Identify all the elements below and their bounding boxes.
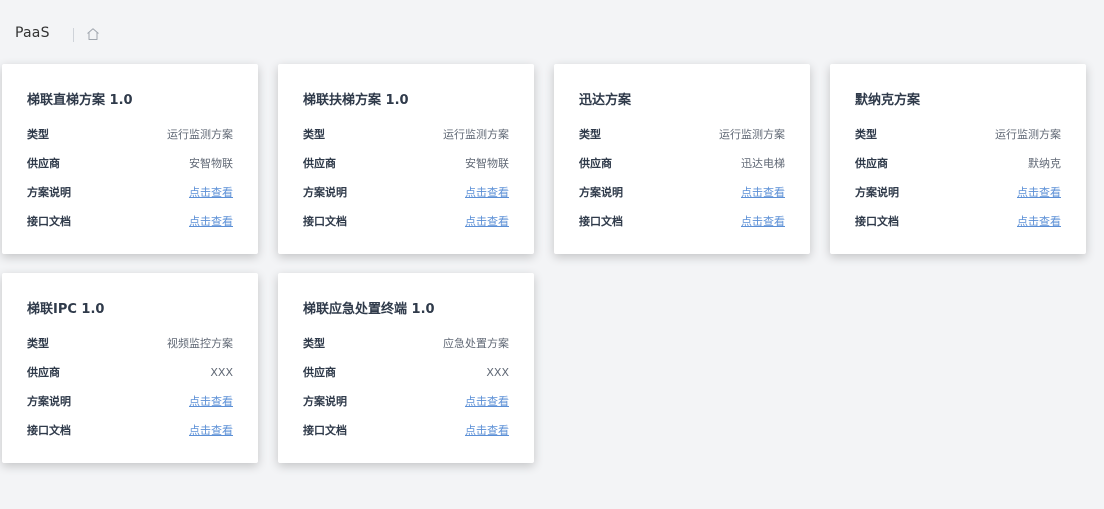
description-label: 方案说明 bbox=[303, 186, 347, 199]
api-doc-label: 接口文档 bbox=[27, 424, 71, 437]
description-label: 方案说明 bbox=[579, 186, 623, 199]
vendor-label: 供应商 bbox=[27, 157, 60, 170]
card-title: 梯联应急处置终端 1.0 bbox=[303, 302, 435, 317]
description-row: 方案说明 点击查看 bbox=[579, 183, 785, 201]
description-row: 方案说明 点击查看 bbox=[855, 183, 1061, 201]
api-doc-label: 接口文档 bbox=[303, 215, 347, 228]
description-link[interactable]: 点击查看 bbox=[1017, 184, 1061, 200]
api-doc-row: 接口文档 点击查看 bbox=[855, 212, 1061, 230]
description-row: 方案说明 点击查看 bbox=[27, 392, 233, 410]
api-doc-row: 接口文档 点击查看 bbox=[579, 212, 785, 230]
type-row: 类型 视频监控方案 bbox=[27, 334, 233, 352]
type-row: 类型 运行监测方案 bbox=[579, 125, 785, 143]
home-icon[interactable] bbox=[86, 27, 100, 41]
api-doc-link[interactable]: 点击查看 bbox=[189, 422, 233, 438]
description-label: 方案说明 bbox=[27, 186, 71, 199]
top-bar: PaaS bbox=[0, 0, 1104, 64]
card-title: 迅达方案 bbox=[579, 93, 632, 108]
solution-card: 梯联IPC 1.0 类型 视频监控方案 供应商 XXX 方案说明 点击查看 接口… bbox=[2, 273, 258, 463]
vendor-value: 默纳克 bbox=[1028, 157, 1061, 170]
api-doc-row: 接口文档 点击查看 bbox=[303, 421, 509, 439]
description-row: 方案说明 点击查看 bbox=[27, 183, 233, 201]
vendor-label: 供应商 bbox=[27, 366, 60, 379]
card-title: 梯联直梯方案 1.0 bbox=[27, 93, 133, 108]
type-value: 运行监测方案 bbox=[719, 128, 785, 141]
description-link[interactable]: 点击查看 bbox=[189, 393, 233, 409]
description-row: 方案说明 点击查看 bbox=[303, 392, 509, 410]
api-doc-link[interactable]: 点击查看 bbox=[741, 213, 785, 229]
vendor-value: XXX bbox=[210, 365, 233, 379]
card-title: 梯联扶梯方案 1.0 bbox=[303, 93, 409, 108]
api-doc-link[interactable]: 点击查看 bbox=[189, 213, 233, 229]
card-title: 默纳克方案 bbox=[855, 93, 921, 108]
description-link[interactable]: 点击查看 bbox=[465, 393, 509, 409]
card-title: 梯联IPC 1.0 bbox=[27, 302, 105, 317]
solution-card: 梯联扶梯方案 1.0 类型 运行监测方案 供应商 安智物联 方案说明 点击查看 … bbox=[278, 64, 534, 254]
api-doc-link[interactable]: 点击查看 bbox=[1017, 213, 1061, 229]
description-link[interactable]: 点击查看 bbox=[189, 184, 233, 200]
description-label: 方案说明 bbox=[303, 395, 347, 408]
api-doc-link[interactable]: 点击查看 bbox=[465, 213, 509, 229]
type-label: 类型 bbox=[855, 128, 877, 141]
vendor-row: 供应商 XXX bbox=[303, 363, 509, 381]
type-value: 运行监测方案 bbox=[167, 128, 233, 141]
type-label: 类型 bbox=[27, 337, 49, 350]
solution-card: 梯联应急处置终端 1.0 类型 应急处置方案 供应商 XXX 方案说明 点击查看… bbox=[278, 273, 534, 463]
api-doc-row: 接口文档 点击查看 bbox=[303, 212, 509, 230]
api-doc-row: 接口文档 点击查看 bbox=[27, 421, 233, 439]
type-row: 类型 运行监测方案 bbox=[855, 125, 1061, 143]
type-value: 运行监测方案 bbox=[995, 128, 1061, 141]
type-label: 类型 bbox=[579, 128, 601, 141]
type-value: 视频监控方案 bbox=[167, 337, 233, 350]
solution-card: 梯联直梯方案 1.0 类型 运行监测方案 供应商 安智物联 方案说明 点击查看 … bbox=[2, 64, 258, 254]
vendor-row: 供应商 默纳克 bbox=[855, 154, 1061, 172]
vendor-label: 供应商 bbox=[303, 366, 336, 379]
description-link[interactable]: 点击查看 bbox=[465, 184, 509, 200]
vendor-value: 安智物联 bbox=[189, 157, 233, 170]
vendor-label: 供应商 bbox=[855, 157, 888, 170]
description-label: 方案说明 bbox=[855, 186, 899, 199]
vendor-row: 供应商 安智物联 bbox=[303, 154, 509, 172]
type-label: 类型 bbox=[27, 128, 49, 141]
vendor-row: 供应商 迅达电梯 bbox=[579, 154, 785, 172]
type-label: 类型 bbox=[303, 337, 325, 350]
type-row: 类型 运行监测方案 bbox=[303, 125, 509, 143]
api-doc-row: 接口文档 点击查看 bbox=[27, 212, 233, 230]
header-divider bbox=[73, 28, 74, 42]
description-link[interactable]: 点击查看 bbox=[741, 184, 785, 200]
vendor-value: 安智物联 bbox=[465, 157, 509, 170]
api-doc-label: 接口文档 bbox=[579, 215, 623, 228]
solution-card: 迅达方案 类型 运行监测方案 供应商 迅达电梯 方案说明 点击查看 接口文档 点… bbox=[554, 64, 810, 254]
api-doc-link[interactable]: 点击查看 bbox=[465, 422, 509, 438]
type-row: 类型 应急处置方案 bbox=[303, 334, 509, 352]
description-label: 方案说明 bbox=[27, 395, 71, 408]
vendor-label: 供应商 bbox=[579, 157, 612, 170]
vendor-row: 供应商 XXX bbox=[27, 363, 233, 381]
type-value: 应急处置方案 bbox=[443, 337, 509, 350]
brand-title: PaaS bbox=[15, 25, 50, 41]
solution-card: 默纳克方案 类型 运行监测方案 供应商 默纳克 方案说明 点击查看 接口文档 点… bbox=[830, 64, 1086, 254]
type-label: 类型 bbox=[303, 128, 325, 141]
api-doc-label: 接口文档 bbox=[27, 215, 71, 228]
type-value: 运行监测方案 bbox=[443, 128, 509, 141]
vendor-row: 供应商 安智物联 bbox=[27, 154, 233, 172]
api-doc-label: 接口文档 bbox=[303, 424, 347, 437]
api-doc-label: 接口文档 bbox=[855, 215, 899, 228]
vendor-label: 供应商 bbox=[303, 157, 336, 170]
vendor-value: XXX bbox=[486, 365, 509, 379]
vendor-value: 迅达电梯 bbox=[741, 157, 785, 170]
description-row: 方案说明 点击查看 bbox=[303, 183, 509, 201]
type-row: 类型 运行监测方案 bbox=[27, 125, 233, 143]
